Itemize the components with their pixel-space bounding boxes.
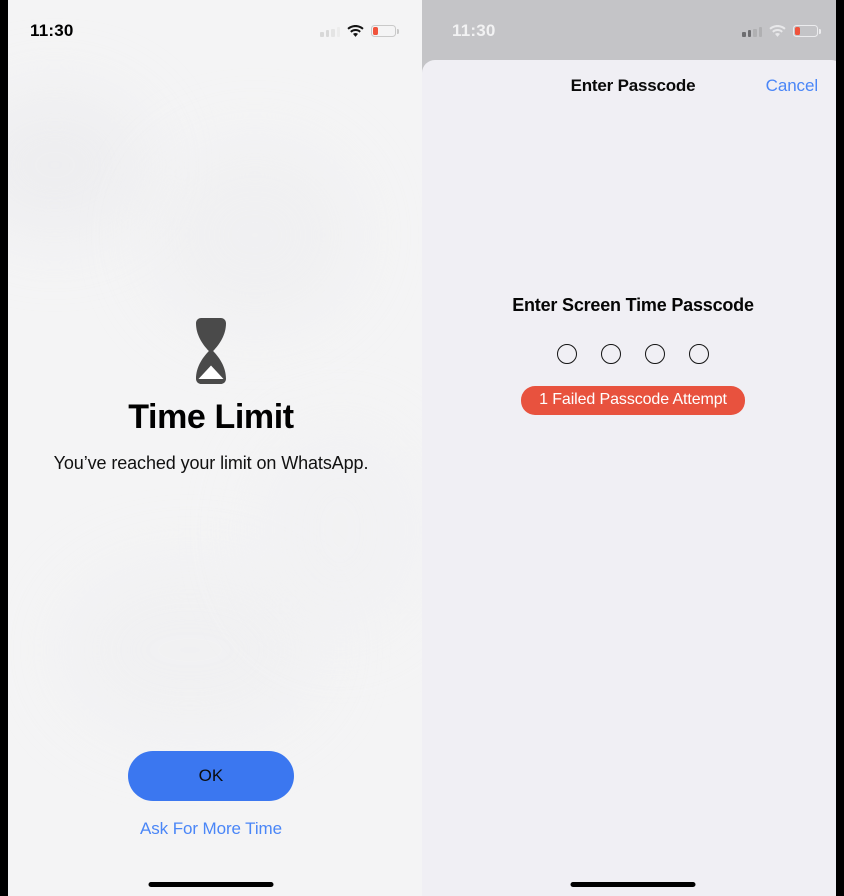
passcode-dot [645,344,665,364]
time-limit-screen: 11:30 Time Limit You’ve reached your lim… [0,0,422,896]
page-subtitle: You’ve reached your limit on WhatsApp. [53,453,369,473]
status-bar-right: 11:30 [422,0,844,48]
status-bar-icons [742,25,821,37]
battery-low-icon [793,25,821,37]
status-bar-icons [320,25,399,37]
ask-for-more-time-link[interactable]: Ask For More Time [140,819,282,839]
hourglass-icon [196,318,226,384]
ok-button[interactable]: OK [128,751,294,801]
home-indicator-left[interactable] [148,881,274,887]
status-bar-time: 11:30 [30,21,74,40]
battery-low-icon [371,25,399,37]
cellular-signal-icon [742,26,762,37]
home-indicator-right[interactable] [570,881,696,887]
device-bezel-left [0,0,8,896]
passcode-dot [557,344,577,364]
failed-attempt-badge: 1 Failed Passcode Attempt [521,386,745,415]
sheet-title: Enter Passcode [570,76,696,95]
status-bar-time: 11:30 [452,21,496,40]
enter-passcode-screen: 11:30 Enter Passcode Cancel Enter Screen… [422,0,844,896]
passcode-dot [601,344,621,364]
passcode-dot [689,344,709,364]
time-limit-actions: OK Ask For More Time [0,751,422,839]
passcode-dots[interactable] [557,344,709,364]
passcode-entry: Enter Screen Time Passcode 1 Failed Pass… [422,295,844,415]
time-limit-content: Time Limit You’ve reached your limit on … [0,318,422,474]
page-title: Time Limit [128,398,294,436]
cancel-button[interactable]: Cancel [766,76,818,96]
wifi-icon [347,25,364,37]
wifi-icon [769,25,786,37]
status-bar-left: 11:30 [0,0,422,48]
sheet-navigation-bar: Enter Passcode Cancel [422,60,844,112]
device-bezel-right [836,0,844,896]
cellular-signal-icon [320,26,340,37]
screenshot-root: 11:30 Time Limit You’ve reached your lim… [0,0,844,896]
passcode-prompt: Enter Screen Time Passcode [512,295,754,315]
passcode-sheet: Enter Passcode Cancel Enter Screen Time … [422,60,844,896]
